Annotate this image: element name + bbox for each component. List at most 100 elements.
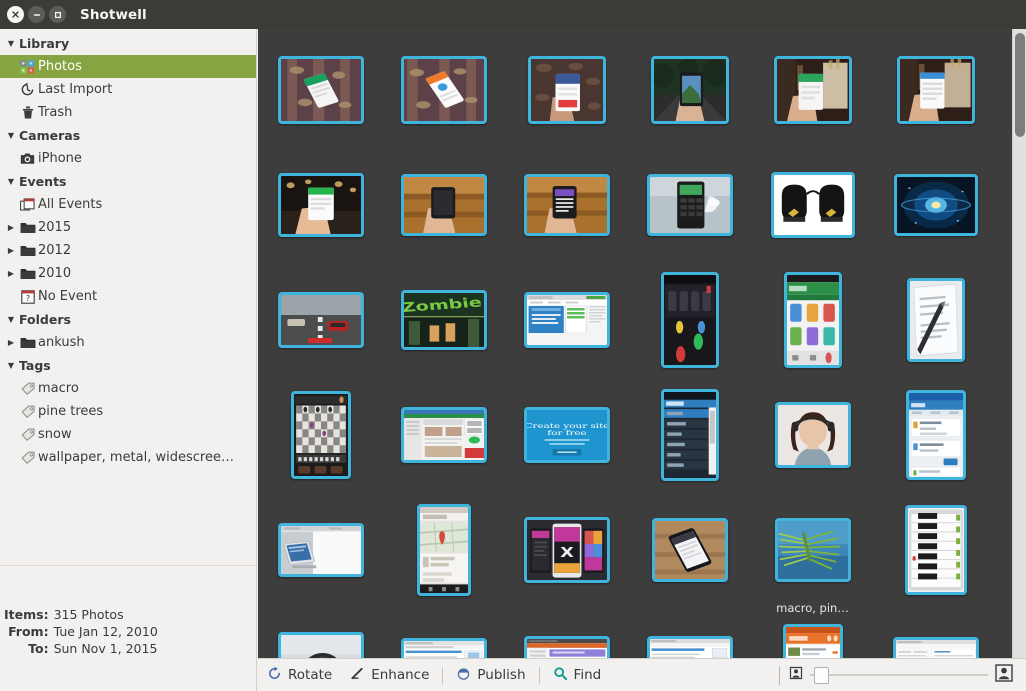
enhance-button[interactable]: Enhance (341, 659, 438, 691)
photo-thumbnail[interactable] (277, 523, 364, 577)
sidebar-item-2010[interactable]: ▶ 2010 (0, 262, 256, 285)
photo-thumbnail-cell[interactable] (383, 156, 504, 271)
photo-thumbnail-cell[interactable] (875, 41, 996, 156)
photo-thumbnail-cell[interactable] (383, 386, 504, 501)
photo-thumbnail-cell[interactable] (383, 41, 504, 156)
photo-thumbnail[interactable] (660, 389, 719, 481)
sidebar-group-tags[interactable]: ▼ Tags (0, 354, 256, 377)
photo-thumbnail[interactable] (783, 272, 842, 368)
photo-thumbnail-cell[interactable]: 12 (629, 616, 750, 658)
photo-thumbnail[interactable] (400, 174, 487, 236)
photo-thumbnail-cell[interactable] (260, 41, 381, 156)
photo-thumbnail-cell[interactable] (383, 501, 504, 616)
photo-grid-area[interactable]: Zombie Create your site for free Xmacro, pi… (258, 29, 1012, 658)
photo-thumbnail-cell[interactable] (629, 41, 750, 156)
photo-thumbnail[interactable] (416, 504, 471, 596)
photo-thumbnail-cell[interactable]: Zombie (383, 271, 504, 386)
photo-thumbnail-cell[interactable]: macro, pin… (752, 501, 873, 616)
chevron-right-icon[interactable]: ▶ (4, 246, 18, 255)
photo-thumbnail-cell[interactable] (752, 386, 873, 501)
zoom-slider[interactable] (810, 666, 988, 684)
triangle-down-icon[interactable]: ▼ (4, 315, 18, 324)
photo-thumbnail[interactable] (523, 292, 610, 348)
triangle-down-icon[interactable]: ▼ (4, 131, 18, 140)
sidebar-group-folders[interactable]: ▼ Folders (0, 308, 256, 331)
photo-thumbnail[interactable] (277, 173, 364, 237)
minimize-button[interactable] (28, 6, 45, 23)
triangle-down-icon[interactable]: ▼ (4, 361, 18, 370)
photo-thumbnail-cell[interactable] (875, 501, 996, 616)
maximize-button[interactable] (49, 6, 66, 23)
zoom-slider-handle[interactable] (814, 667, 829, 684)
photo-thumbnail[interactable]: Zombie (400, 290, 487, 350)
photo-thumbnail-cell[interactable] (506, 271, 627, 386)
photo-thumbnail-cell[interactable] (629, 386, 750, 501)
photo-thumbnail-cell[interactable] (752, 156, 873, 271)
sidebar-item-ankush[interactable]: ▶ ankush (0, 331, 256, 354)
photo-thumbnail[interactable]: X (523, 517, 610, 583)
photo-thumbnail-cell[interactable] (629, 271, 750, 386)
photo-thumbnail[interactable] (277, 56, 364, 124)
sidebar-item-trash[interactable]: ▶ Trash (0, 101, 256, 124)
photo-thumbnail[interactable] (904, 505, 967, 595)
photo-thumbnail[interactable] (774, 402, 851, 468)
chevron-right-icon[interactable]: ▶ (4, 338, 18, 347)
chevron-right-icon[interactable]: ▶ (4, 269, 18, 278)
sidebar-item-photos[interactable]: ▶ Photos (0, 55, 256, 78)
photo-thumbnail-cell[interactable] (752, 271, 873, 386)
photo-thumbnail[interactable] (523, 174, 610, 236)
photo-thumbnail[interactable] (905, 390, 966, 480)
photo-thumbnail-cell[interactable] (629, 501, 750, 616)
photo-thumbnail[interactable]: Create your site for free (523, 407, 610, 463)
sidebar-item-pine-trees[interactable]: ▶ pine trees (0, 400, 256, 423)
photo-thumbnail[interactable] (782, 624, 843, 658)
photo-thumbnail[interactable] (277, 292, 364, 348)
sidebar-item-iphone[interactable]: ▶ iPhone (0, 147, 256, 170)
photo-thumbnail[interactable] (896, 56, 975, 124)
sidebar-item-no-event[interactable]: ▶? No Event (0, 285, 256, 308)
photo-thumbnail-cell[interactable] (752, 616, 873, 658)
triangle-down-icon[interactable]: ▼ (4, 39, 18, 48)
photo-thumbnail-cell[interactable] (506, 41, 627, 156)
photo-thumbnail[interactable] (773, 56, 852, 124)
sidebar-item-wallpaper-metal-widescree[interactable]: ▶ wallpaper, metal, widescree… (0, 446, 256, 469)
sidebar-item-2012[interactable]: ▶ 2012 (0, 239, 256, 262)
sidebar-group-events[interactable]: ▼ Events (0, 170, 256, 193)
photo-thumbnail[interactable] (400, 638, 487, 658)
photo-thumbnail[interactable] (774, 518, 851, 582)
photo-thumbnail-cell[interactable] (875, 386, 996, 501)
photo-thumbnail[interactable] (523, 636, 610, 658)
photo-thumbnail-cell[interactable]: X (506, 501, 627, 616)
vertical-scrollbar[interactable] (1012, 29, 1026, 658)
photo-thumbnail[interactable]: 12 (646, 636, 733, 658)
photo-thumbnail-cell[interactable] (629, 156, 750, 271)
photo-thumbnail-cell[interactable] (506, 616, 627, 658)
photo-thumbnail-cell[interactable] (875, 156, 996, 271)
sidebar-item-snow[interactable]: ▶ snow (0, 423, 256, 446)
sidebar-group-library[interactable]: ▼ Library (0, 32, 256, 55)
photo-thumbnail[interactable] (660, 272, 719, 368)
sidebar-group-cameras[interactable]: ▼ Cameras (0, 124, 256, 147)
photo-thumbnail[interactable] (400, 407, 487, 463)
photo-thumbnail-cell[interactable]: Create your site for free (506, 386, 627, 501)
photo-thumbnail[interactable] (892, 637, 979, 658)
sidebar-item-2015[interactable]: ▶ 2015 (0, 216, 256, 239)
photo-thumbnail[interactable] (527, 56, 606, 124)
close-button[interactable] (7, 6, 24, 23)
photo-thumbnail-cell[interactable] (260, 501, 381, 616)
rotate-button[interactable]: Rotate (258, 659, 341, 691)
photo-thumbnail[interactable] (906, 278, 965, 362)
photo-thumbnail[interactable] (651, 518, 728, 582)
photo-thumbnail[interactable] (770, 172, 855, 238)
photo-thumbnail-cell[interactable] (383, 616, 504, 658)
chevron-right-icon[interactable]: ▶ (4, 223, 18, 232)
scrollbar-thumb[interactable] (1015, 33, 1025, 137)
photo-thumbnail[interactable] (277, 632, 364, 658)
sidebar-item-last-import[interactable]: ▶ Last Import (0, 78, 256, 101)
photo-thumbnail-cell[interactable] (260, 616, 381, 658)
photo-thumbnail-cell[interactable] (506, 156, 627, 271)
find-button[interactable]: Find (544, 659, 611, 691)
photo-thumbnail[interactable] (650, 56, 729, 124)
photo-thumbnail-cell[interactable] (875, 271, 996, 386)
photo-thumbnail-cell[interactable] (260, 386, 381, 501)
